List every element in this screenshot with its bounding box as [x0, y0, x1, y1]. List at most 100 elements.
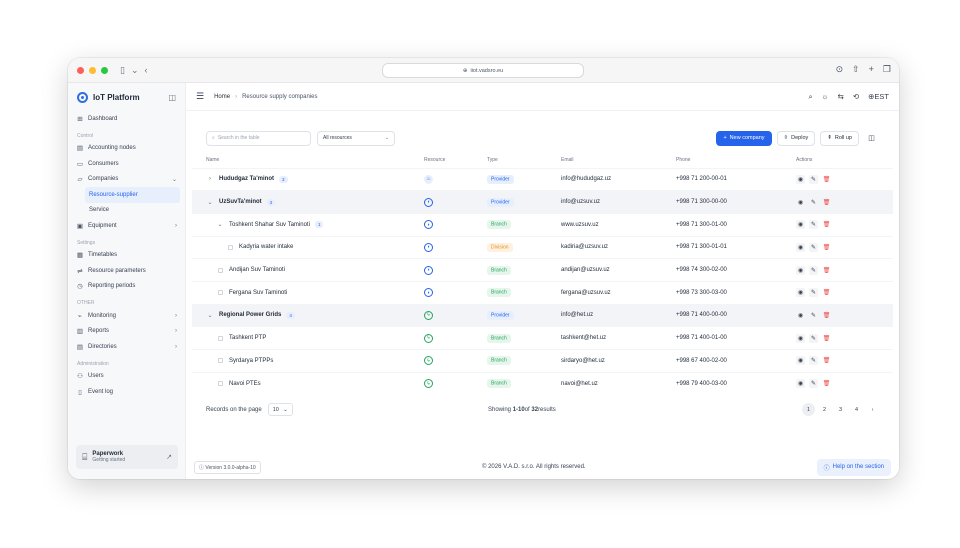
edit-icon[interactable]: ✎ [809, 242, 818, 252]
table-row[interactable]: ⌄ Toshkent Shahar Suv Taminoti 1 ◖ Branc… [192, 213, 893, 236]
delete-icon[interactable]: 🗑︎ [822, 243, 831, 252]
search-icon[interactable]: ⌕ [808, 92, 812, 102]
new-tab-icon[interactable]: + [869, 64, 874, 75]
theme-icon[interactable]: ☼ [822, 92, 829, 101]
table-row[interactable]: Kadyria water intake ◖ Division kadiria@… [192, 236, 893, 259]
chevron-down-icon[interactable]: ⌄ [131, 65, 139, 76]
sidebar-item-directories[interactable]: ▤ Directories › [68, 339, 185, 355]
per-page-select[interactable]: 10 ⌄ [267, 403, 293, 417]
menu-icon[interactable]: ☰ [196, 91, 204, 102]
edit-icon[interactable]: ✎ [809, 310, 818, 320]
language-switch[interactable]: ⊕EST [868, 92, 889, 101]
delete-icon[interactable]: 🗑︎ [822, 379, 831, 388]
view-icon[interactable]: ◉ [796, 333, 805, 343]
sidebar-item-accounting-nodes[interactable]: ▤ Accounting nodes [68, 141, 185, 157]
sidebar-item-monitoring[interactable]: ⌁ Monitoring › [68, 308, 185, 324]
water-drop-icon: ◖ [424, 220, 433, 230]
table-row[interactable]: ⌄ UzSuvTa'minot 3 ◖ Provider info@uzsuv.… [192, 190, 893, 214]
equipment-icon: ▣ [76, 222, 84, 230]
paperwork-card[interactable]: ⌸ Paperwork Getting started ↗ [76, 445, 178, 469]
view-icon[interactable]: ◉ [796, 174, 805, 184]
table-row[interactable]: ⌄ Regional Power Grids 4 ϟ Provider info… [192, 304, 893, 327]
sidebar-item-service[interactable]: Service [85, 203, 180, 219]
company-name: Fergana Suv Taminoti [229, 289, 288, 296]
swap-icon[interactable]: ⇆ [838, 92, 844, 101]
chevron-down-icon[interactable]: ⌄ [206, 312, 214, 319]
header-name[interactable]: Name [192, 153, 424, 168]
view-icon[interactable]: ◉ [796, 379, 805, 389]
view-icon[interactable]: ◉ [796, 197, 805, 207]
share-icon[interactable]: ⇧ [852, 64, 860, 75]
view-icon[interactable]: ◉ [796, 356, 805, 366]
page-button-1[interactable]: 1 [802, 403, 815, 417]
edit-icon[interactable]: ✎ [809, 356, 818, 366]
delete-icon[interactable]: 🗑︎ [822, 198, 831, 207]
delete-icon[interactable]: 🗑︎ [822, 288, 831, 297]
table-row[interactable]: Tashkent PTP ϟ Branch tashkent@het.uz +9… [192, 326, 893, 350]
sidebar-item-reports[interactable]: ▥ Reports › [68, 324, 185, 340]
delete-icon[interactable]: 🗑︎ [822, 356, 831, 365]
delete-icon[interactable]: 🗑︎ [822, 175, 831, 184]
sidebar-item-consumers[interactable]: ▭ Consumers [68, 156, 185, 172]
leaf-icon [217, 335, 223, 341]
table-row[interactable]: Andijan Suv Taminoti ◖ Branch andijan@uz… [192, 258, 893, 282]
close-window-button[interactable] [77, 66, 84, 74]
breadcrumb-home[interactable]: Home [214, 94, 230, 100]
sidebar-item-resource-parameters[interactable]: ⇌ Resource parameters [68, 263, 185, 279]
sidebar-item-event-log[interactable]: ▯ Event log [68, 384, 185, 400]
chevron-down-icon[interactable]: ⌄ [206, 199, 214, 206]
edit-icon[interactable]: ✎ [809, 265, 818, 275]
view-icon[interactable]: ◉ [796, 310, 805, 320]
sidebar-item-dashboard[interactable]: ⊞ Dashboard [68, 111, 185, 127]
chevron-right-icon[interactable]: › [206, 176, 214, 182]
delete-icon[interactable]: 🗑︎ [822, 311, 831, 320]
sidebar-item-companies[interactable]: ▱ Companies ⌄ [68, 172, 185, 188]
deploy-button[interactable]: ⇳ Deploy [776, 130, 816, 146]
rollup-button[interactable]: ⇞ Roll up [820, 130, 859, 146]
edit-icon[interactable]: ✎ [809, 333, 818, 343]
page-button-3[interactable]: 3 [834, 403, 847, 416]
view-icon[interactable]: ◉ [796, 242, 805, 252]
version-text: Version 3.0.0-alpha-10 [205, 464, 256, 471]
download-icon[interactable]: ⊙ [836, 64, 844, 75]
sidebar-toggle-icon[interactable]: ▯ [120, 65, 125, 76]
table-row[interactable]: Fergana Suv Taminoti ◖ Branch fergana@uz… [192, 281, 893, 304]
view-icon[interactable]: ◉ [796, 265, 805, 275]
edit-icon[interactable]: ✎ [809, 220, 818, 230]
minimize-window-button[interactable] [89, 66, 96, 74]
view-icon[interactable]: ◉ [796, 220, 805, 230]
sidebar-item-timetables[interactable]: ▦ Timetables [68, 248, 185, 264]
edit-icon[interactable]: ✎ [809, 288, 818, 298]
tabs-icon[interactable]: ❐ [883, 64, 891, 75]
delete-icon[interactable]: 🗑︎ [822, 266, 831, 275]
edit-icon[interactable]: ✎ [809, 174, 818, 184]
maximize-window-button[interactable] [101, 66, 108, 74]
sidebar-item-label: Resource parameters [88, 267, 146, 274]
delete-icon[interactable]: 🗑︎ [822, 334, 831, 343]
sidebar-item-resource-supplier[interactable]: Resource-supplier [85, 187, 180, 203]
next-page-icon[interactable]: › [866, 403, 879, 416]
new-company-button[interactable]: + New company [716, 130, 772, 146]
resource-select[interactable]: All resources ⌄ [317, 130, 395, 146]
collapse-sidebar-icon[interactable]: ◫ [168, 93, 176, 102]
table-row[interactable]: Syrdarya PTPPs ϟ Branch sirdaryo@het.uz … [192, 349, 893, 373]
external-link-icon[interactable]: ↗ [166, 453, 172, 461]
sidebar-item-reporting-periods[interactable]: ◷ Reporting periods [68, 279, 185, 295]
help-button[interactable]: ⓘ Help on the section [816, 458, 891, 476]
edit-icon[interactable]: ✎ [809, 379, 818, 389]
chevron-down-icon[interactable]: ⌄ [216, 221, 224, 228]
table-row[interactable]: Navoi PTEs ϟ Branch navoi@het.uz +998 79… [192, 372, 893, 395]
address-bar[interactable]: ⊕ iiot.vadsro.eu [382, 63, 584, 78]
sidebar-item-users[interactable]: ⚇ Users [68, 369, 185, 385]
translate-icon[interactable]: ⟲ [853, 92, 859, 101]
search-input[interactable]: ⌕ Search in the table [206, 130, 311, 146]
sidebar-item-equipment[interactable]: ▣ Equipment › [68, 218, 185, 234]
edit-icon[interactable]: ✎ [809, 197, 818, 207]
table-row[interactable]: › Hududgaz Ta'minot 3 ♨ Provider info@hu… [192, 168, 893, 191]
view-icon[interactable]: ◉ [796, 288, 805, 298]
page-button-4[interactable]: 4 [850, 403, 863, 416]
back-icon[interactable]: ‹ [145, 65, 148, 75]
delete-icon[interactable]: 🗑︎ [822, 220, 831, 229]
columns-icon[interactable]: ◫ [864, 131, 879, 146]
page-button-2[interactable]: 2 [818, 403, 831, 416]
